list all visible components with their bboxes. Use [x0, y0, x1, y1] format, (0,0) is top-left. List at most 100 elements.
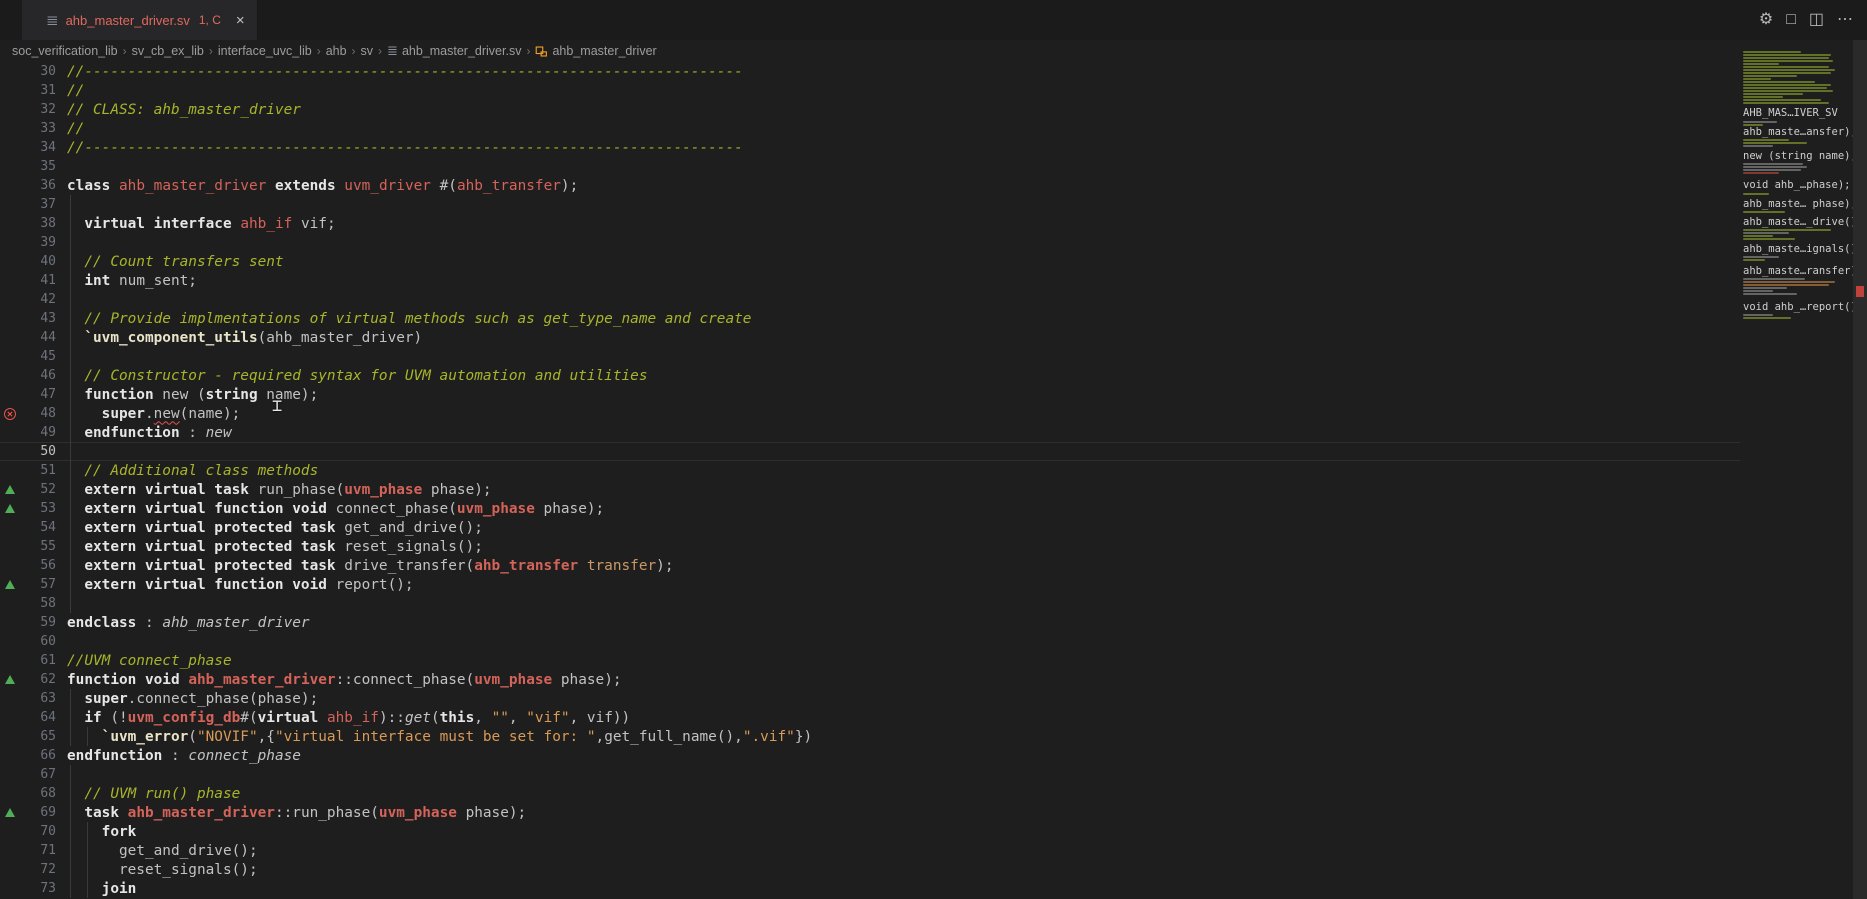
code-line-45[interactable]: 45	[0, 347, 1740, 366]
code-line-30[interactable]: 30//------------------------------------…	[0, 62, 1740, 81]
code-line-63[interactable]: 63 super.connect_phase(phase);	[0, 689, 1740, 708]
breadcrumb-item-ahb-master-driver[interactable]: ahb_master_driver	[535, 44, 656, 58]
minimap-stripe	[1743, 96, 1783, 98]
code-line-36[interactable]: 36class ahb_master_driver extends uvm_dr…	[0, 176, 1740, 195]
gutter-marker	[0, 575, 20, 594]
minimap-stripe	[1743, 163, 1803, 165]
code-line-54[interactable]: 54 extern virtual protected task get_and…	[0, 518, 1740, 537]
code-line-52[interactable]: 52 extern virtual task run_phase(uvm_pha…	[0, 480, 1740, 499]
code-line-66[interactable]: 66endfunction : connect_phase	[0, 746, 1740, 765]
code-editor[interactable]: 30//------------------------------------…	[0, 62, 1867, 899]
line-number: 48	[20, 406, 56, 421]
minimap-stripe	[1743, 193, 1769, 195]
code-line-48[interactable]: ✕48 super.new(name);	[0, 404, 1740, 423]
gutter-spacer	[0, 860, 20, 879]
code-line-72[interactable]: 72 reset_signals();	[0, 860, 1740, 879]
line-number: 73	[20, 881, 56, 896]
minimap-stripe	[1743, 238, 1795, 240]
code-line-53[interactable]: 53 extern virtual function void connect_…	[0, 499, 1740, 518]
code-line-33[interactable]: 33//	[0, 119, 1740, 138]
code-text: extern virtual protected task get_and_dr…	[67, 520, 483, 536]
scrollbar[interactable]	[1853, 40, 1867, 899]
code-line-51[interactable]: 51 // Additional class methods	[0, 461, 1740, 480]
code-line-58[interactable]: 58	[0, 594, 1740, 613]
code-text: // UVM run() phase	[67, 786, 240, 802]
code-line-56[interactable]: 56 extern virtual protected task drive_t…	[0, 556, 1740, 575]
breadcrumb-item-ahb-master-driver-sv[interactable]: ≣ahb_master_driver.sv	[387, 43, 521, 59]
gutter-spacer	[0, 233, 20, 252]
close-icon[interactable]: ×	[236, 12, 245, 29]
code-line-64[interactable]: 64 if (!uvm_config_db#(virtual ahb_if)::…	[0, 708, 1740, 727]
minimap-stripe	[1743, 72, 1831, 74]
code-text: task ahb_master_driver::run_phase(uvm_ph…	[67, 805, 526, 821]
code-line-42[interactable]: 42	[0, 290, 1740, 309]
breadcrumb-label: interface_uvc_lib	[218, 44, 312, 58]
line-number: 40	[20, 254, 56, 269]
code-line-38[interactable]: 38 virtual interface ahb_if vif;	[0, 214, 1740, 233]
minimap-text: void ahb_…phase);	[1743, 179, 1850, 191]
code-line-50[interactable]: 50	[0, 442, 1740, 461]
minimap-stripe	[1743, 102, 1829, 104]
minimap-stripe	[1743, 81, 1815, 83]
code-line-70[interactable]: 70 fork	[0, 822, 1740, 841]
breadcrumb-label: soc_verification_lib	[12, 44, 118, 58]
minimap-stripe	[1743, 259, 1765, 261]
gutter-triangle-icon	[5, 675, 15, 684]
breadcrumb-separator: ›	[526, 44, 530, 58]
code-line-57[interactable]: 57 extern virtual function void report()…	[0, 575, 1740, 594]
code-line-68[interactable]: 68 // UVM run() phase	[0, 784, 1740, 803]
code-line-35[interactable]: 35	[0, 157, 1740, 176]
breadcrumb-item-sv-cb-ex-lib[interactable]: sv_cb_ex_lib	[132, 44, 204, 58]
code-text: //--------------------------------------…	[67, 140, 743, 156]
code-text: virtual interface ahb_if vif;	[67, 216, 336, 232]
code-text: super.connect_phase(phase);	[67, 691, 318, 707]
breadcrumb-item-ahb[interactable]: ahb	[326, 44, 347, 58]
line-number: 52	[20, 482, 56, 497]
code-line-71[interactable]: 71 get_and_drive();	[0, 841, 1740, 860]
tab-title: ahb_master_driver.sv	[66, 13, 190, 28]
code-line-37[interactable]: 37	[0, 195, 1740, 214]
minimap-stripe	[1743, 142, 1807, 144]
code-text: //	[67, 83, 84, 99]
breadcrumb-item-interface-uvc-lib[interactable]: interface_uvc_lib	[218, 44, 312, 58]
breadcrumb-item-soc-verification-lib[interactable]: soc_verification_lib	[12, 44, 118, 58]
code-line-55[interactable]: 55 extern virtual protected task reset_s…	[0, 537, 1740, 556]
code-line-32[interactable]: 32// CLASS: ahb_master_driver	[0, 100, 1740, 119]
code-line-49[interactable]: 49 endfunction : new	[0, 423, 1740, 442]
code-line-39[interactable]: 39	[0, 233, 1740, 252]
code-line-69[interactable]: 69 task ahb_master_driver::run_phase(uvm…	[0, 803, 1740, 822]
code-line-62[interactable]: 62function void ahb_master_driver::conne…	[0, 670, 1740, 689]
gutter-triangle-icon	[5, 485, 15, 494]
code-line-73[interactable]: 73 join	[0, 879, 1740, 898]
line-number: 58	[20, 596, 56, 611]
gutter-triangle-icon	[5, 580, 15, 589]
code-line-46[interactable]: 46 // Constructor - required syntax for …	[0, 366, 1740, 385]
breadcrumb-item-sv[interactable]: sv	[361, 44, 374, 58]
code-line-65[interactable]: 65 `uvm_error("NOVIF",{"virtual interfac…	[0, 727, 1740, 746]
tab-ahb-master-driver[interactable]: ≣ ahb_master_driver.sv 1, C ×	[22, 0, 258, 40]
code-line-60[interactable]: 60	[0, 632, 1740, 651]
code-line-41[interactable]: 41 int num_sent;	[0, 271, 1740, 290]
code-line-61[interactable]: 61//UVM connect_phase	[0, 651, 1740, 670]
breadcrumb-separator: ›	[352, 44, 356, 58]
minimap-stripe	[1743, 287, 1787, 289]
code-text: join	[67, 881, 136, 897]
code-line-47[interactable]: 47 function new (string name);	[0, 385, 1740, 404]
code-text: `uvm_error("NOVIF",{"virtual interface m…	[67, 729, 812, 745]
code-line-31[interactable]: 31//	[0, 81, 1740, 100]
minimap[interactable]: AHB_MAS…IVER_SVahb_maste…ansfer);new (st…	[1743, 0, 1853, 899]
code-line-34[interactable]: 34//------------------------------------…	[0, 138, 1740, 157]
code-line-67[interactable]: 67	[0, 765, 1740, 784]
line-number: 49	[20, 425, 56, 440]
minimap-stripe	[1743, 256, 1779, 258]
gutter-spacer	[0, 822, 20, 841]
gutter-spacer	[0, 423, 20, 442]
gutter-spacer	[0, 328, 20, 347]
minimap-stripe	[1743, 172, 1779, 174]
code-line-44[interactable]: 44 `uvm_component_utils(ahb_master_drive…	[0, 328, 1740, 347]
code-line-43[interactable]: 43 // Provide implmentations of virtual …	[0, 309, 1740, 328]
code-text: extern virtual function void report();	[67, 577, 414, 593]
code-line-59[interactable]: 59endclass : ahb_master_driver	[0, 613, 1740, 632]
code-line-40[interactable]: 40 // Count transfers sent	[0, 252, 1740, 271]
code-text: //--------------------------------------…	[67, 64, 743, 80]
